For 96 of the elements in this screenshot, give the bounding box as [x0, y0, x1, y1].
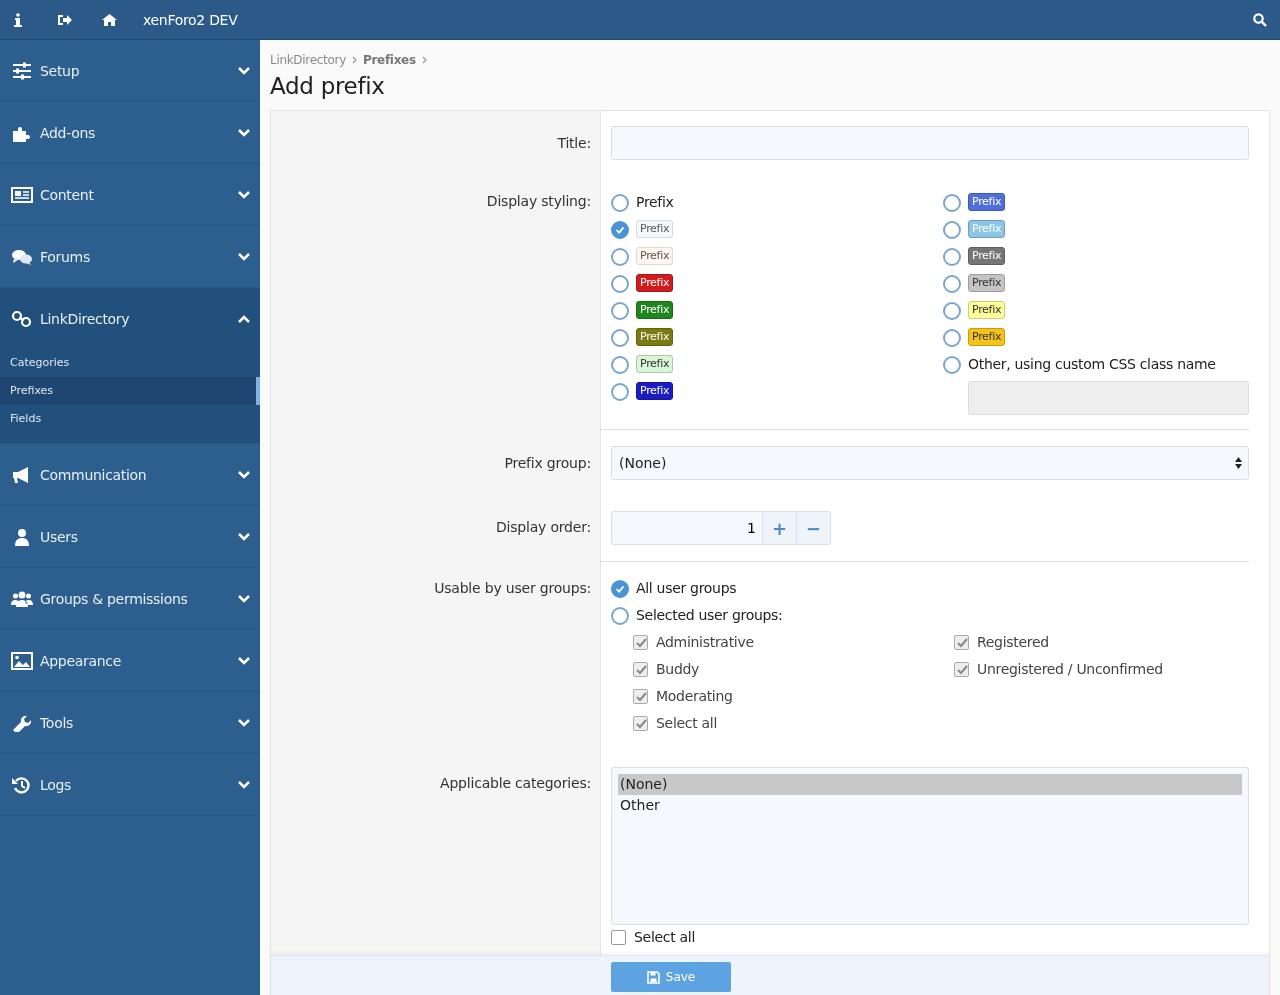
- sidebar-item[interactable]: Setup: [0, 40, 260, 101]
- option-label: Selected user groups:: [636, 606, 783, 624]
- option-label: Prefix: [636, 193, 674, 211]
- sliders-icon: [11, 61, 33, 80]
- prefix-label: Prefix: [636, 220, 674, 238]
- sign-out-icon[interactable]: [57, 13, 72, 26]
- sidebar-item[interactable]: Tools: [0, 692, 260, 753]
- field-label: Usable by user groups:: [433, 579, 592, 598]
- breadcrumb-link[interactable]: LinkDirectory: [270, 53, 346, 67]
- field-label: Prefix group:: [503, 454, 592, 473]
- option-label: Registered: [977, 633, 1049, 651]
- home-icon[interactable]: [102, 13, 117, 26]
- radio-button[interactable]: [943, 194, 961, 212]
- field-label: Display order:: [494, 518, 592, 537]
- prefix-label: Prefix: [968, 220, 1006, 238]
- sidebar-item[interactable]: Add-ons: [0, 102, 260, 163]
- radio-button[interactable]: [611, 248, 629, 266]
- title-input[interactable]: [611, 126, 1249, 160]
- prefix-label: Prefix: [636, 247, 674, 265]
- users-icon: [11, 589, 33, 608]
- sidebar-item[interactable]: Users: [0, 506, 260, 567]
- image-icon: [11, 651, 33, 670]
- radio-button[interactable]: [943, 329, 961, 347]
- page-title: Add prefix: [270, 73, 386, 99]
- css-class-input[interactable]: [968, 381, 1249, 415]
- radio-button[interactable]: [943, 356, 961, 374]
- chat-icon: [11, 247, 33, 266]
- search-icon[interactable]: [1253, 12, 1267, 27]
- check-icon: [634, 717, 647, 730]
- list-option[interactable]: Other: [618, 795, 1242, 816]
- increment-button[interactable]: +: [762, 512, 796, 544]
- prefix-label: Prefix: [636, 301, 674, 319]
- sidebar-item[interactable]: Content: [0, 164, 260, 225]
- option-label: Administrative: [656, 633, 754, 651]
- field-label: Title:: [556, 134, 592, 153]
- check-icon: [634, 636, 647, 649]
- option-label: All user groups: [636, 579, 737, 597]
- prefix-label: Prefix: [968, 301, 1006, 319]
- sort-icon: [1235, 457, 1242, 469]
- radio-button[interactable]: [611, 580, 629, 598]
- chevron-icon: [421, 56, 427, 64]
- radio-button[interactable]: [611, 275, 629, 293]
- prefix-label: Prefix: [636, 382, 674, 400]
- radio-button[interactable]: [943, 221, 961, 239]
- field-label: Applicable categories:: [439, 774, 592, 793]
- option-label: Unregistered / Unconfirmed: [977, 660, 1163, 678]
- chevron-icon: [352, 56, 357, 64]
- list-option[interactable]: (None): [618, 774, 1242, 795]
- option-label: Select all: [656, 714, 717, 732]
- sidebar-item[interactable]: Forums: [0, 226, 260, 287]
- radio-button[interactable]: [611, 356, 629, 374]
- option-label: Moderating: [656, 687, 733, 705]
- radio-button[interactable]: [943, 302, 961, 320]
- radio-button[interactable]: [943, 275, 961, 293]
- sidebar-subitem[interactable]: Fields: [0, 405, 260, 433]
- prefix-label: Prefix: [968, 328, 1006, 346]
- prefix-group-select[interactable]: (None): [611, 446, 1249, 480]
- info-icon[interactable]: [14, 12, 22, 27]
- radio-button[interactable]: [611, 329, 629, 347]
- save-icon: [646, 970, 660, 984]
- option-label: Select all: [634, 928, 695, 946]
- prefix-label: Prefix: [636, 355, 674, 373]
- prefix-label: Prefix: [968, 274, 1006, 292]
- prefix-label: Prefix: [968, 193, 1006, 211]
- site-title[interactable]: xenForo2 DEV: [143, 11, 238, 28]
- sidebar-item[interactable]: LinkDirectory: [0, 288, 260, 349]
- sidebar-subitem[interactable]: Prefixes: [0, 377, 260, 405]
- radio-button[interactable]: [611, 383, 629, 401]
- check-icon: [955, 663, 968, 676]
- check-icon: [955, 636, 968, 649]
- option-label: Buddy: [656, 660, 700, 678]
- display-order-field[interactable]: 1 + −: [611, 511, 831, 545]
- sidebar-item[interactable]: Groups & permissions: [0, 568, 260, 629]
- check-icon: [634, 690, 647, 703]
- link-icon: [11, 309, 33, 328]
- option-label: Other, using custom CSS class name: [968, 355, 1217, 373]
- decrement-button[interactable]: −: [796, 512, 830, 544]
- sidebar-item[interactable]: Appearance: [0, 630, 260, 691]
- wrench-icon: [11, 713, 33, 732]
- check-icon: [634, 663, 647, 676]
- radio-button[interactable]: [611, 221, 629, 239]
- radio-button[interactable]: [943, 248, 961, 266]
- history-icon: [11, 775, 33, 794]
- sidebar-subitem[interactable]: Categories: [0, 349, 260, 377]
- sidebar-item[interactable]: Communication: [0, 444, 260, 505]
- newspaper-icon: [11, 185, 33, 204]
- field-label: Display styling:: [485, 193, 592, 211]
- sidebar-item[interactable]: Logs: [0, 754, 260, 815]
- prefix-label: Prefix: [968, 247, 1006, 265]
- breadcrumb-link[interactable]: Prefixes: [363, 53, 416, 67]
- radio-button[interactable]: [611, 194, 629, 212]
- prefix-label: Prefix: [636, 274, 674, 292]
- radio-button[interactable]: [611, 302, 629, 320]
- checkbox[interactable]: [611, 930, 626, 945]
- radio-button[interactable]: [611, 607, 629, 625]
- prefix-label: Prefix: [636, 328, 674, 346]
